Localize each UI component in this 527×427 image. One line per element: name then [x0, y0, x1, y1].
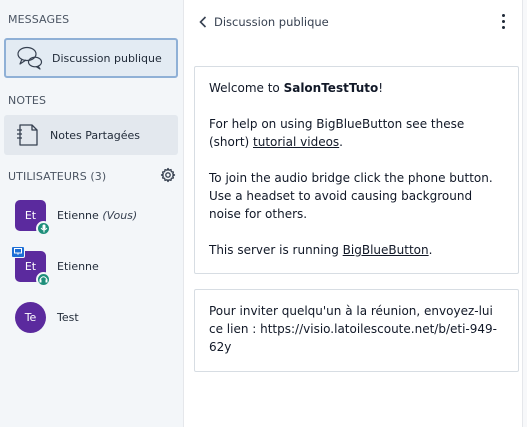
panel-resize-edge[interactable]: [522, 0, 527, 427]
user-name: Test: [57, 310, 79, 324]
welcome-line: Welcome to SalonTestTuto!: [209, 81, 384, 95]
user-name-text: Etienne: [57, 208, 99, 222]
back-button[interactable]: Discussion publique: [199, 12, 329, 32]
avatar-initials: Te: [24, 310, 37, 324]
room-name: SalonTestTuto: [283, 81, 379, 95]
user-list-item[interactable]: Te Test: [0, 296, 183, 338]
presenter-icon: [11, 245, 25, 258]
avatar-initials: Et: [24, 259, 37, 273]
user-name: Etienne: [57, 259, 99, 273]
you-label: (Vous): [102, 208, 138, 222]
user-list-item[interactable]: Et Etienne: [0, 245, 183, 287]
shared-notes-item[interactable]: Notes Partagées: [4, 115, 178, 155]
chat-bubbles-icon: [12, 40, 48, 76]
microphone-icon: [36, 220, 51, 236]
chat-panel: Discussion publique Welcome to SalonTest…: [184, 0, 522, 427]
messages-section-title: MESSAGES: [8, 13, 70, 26]
chat-header: Discussion publique: [184, 0, 522, 44]
headphones-icon: [36, 271, 51, 287]
user-list-sidebar: MESSAGES Discussion publique NOTES Notes…: [0, 0, 183, 427]
tutorial-videos-link[interactable]: tutorial videos: [253, 135, 339, 149]
invite-message: Pour inviter quelqu'un à la réunion, env…: [194, 289, 519, 372]
user-list-item[interactable]: Et Etienne (Vous): [0, 194, 183, 236]
welcome-message: Welcome to SalonTestTuto! For help on us…: [194, 66, 519, 274]
public-chat-label: Discussion publique: [52, 51, 162, 65]
avatar-initials: Et: [24, 208, 37, 222]
more-options-icon[interactable]: [494, 11, 512, 31]
avatar: Et: [11, 245, 51, 287]
gear-icon[interactable]: [160, 167, 176, 183]
audio-instructions: To join the audio bridge click the phone…: [209, 171, 493, 221]
notes-icon: [10, 117, 46, 153]
notes-section-title: NOTES: [8, 94, 47, 107]
invite-text: Pour inviter quelqu'un à la réunion, env…: [209, 304, 497, 354]
user-name: Etienne (Vous): [57, 209, 137, 222]
users-section-title: UTILISATEURS (3): [8, 170, 107, 183]
chevron-left-icon: [199, 13, 207, 32]
avatar: Et: [15, 199, 51, 236]
shared-notes-label: Notes Partagées: [50, 128, 140, 142]
public-chat-item[interactable]: Discussion publique: [4, 38, 178, 78]
bigbluebutton-link[interactable]: BigBlueButton: [343, 243, 429, 257]
chat-title: Discussion publique: [214, 15, 329, 29]
avatar: Te: [15, 301, 46, 333]
server-line: This server is running BigBlueButton.: [209, 243, 433, 257]
help-line: For help on using BigBlueButton see thes…: [209, 117, 465, 149]
